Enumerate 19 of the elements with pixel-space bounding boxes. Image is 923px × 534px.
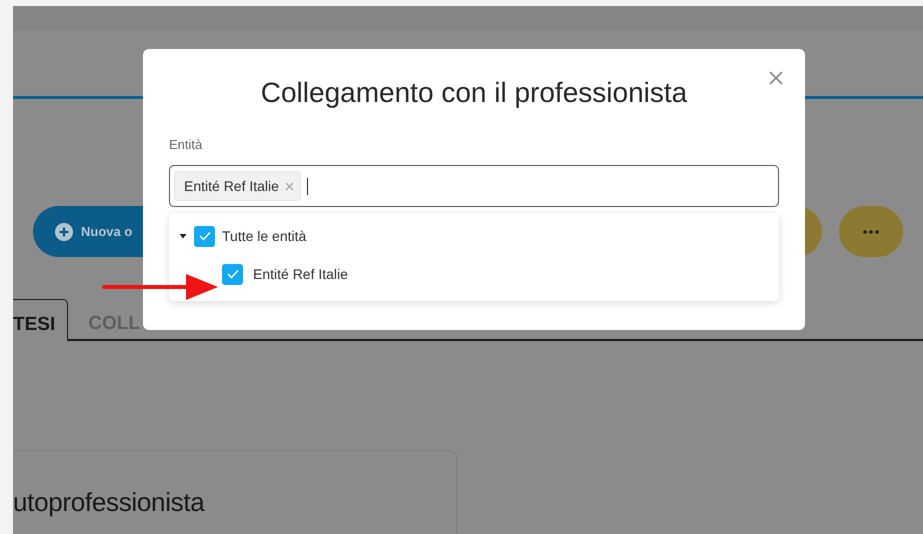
field-label: Entità <box>169 137 204 152</box>
close-button[interactable] <box>768 70 784 86</box>
close-icon <box>769 71 783 85</box>
checkmark-icon <box>198 231 210 241</box>
text-cursor <box>306 178 308 194</box>
entity-select-field[interactable]: Entité Ref Italie <box>169 165 779 207</box>
checkbox[interactable] <box>222 264 243 284</box>
expand-caret-icon[interactable] <box>179 232 187 240</box>
tree-item-label[interactable]: Tutte le entità <box>222 228 306 244</box>
tab[interactable]: TESI <box>13 299 68 341</box>
checkmark-icon <box>226 269 238 279</box>
remove-icon[interactable] <box>284 182 294 190</box>
tag-label: Entité Ref Italie <box>184 178 279 194</box>
checkbox[interactable] <box>194 226 215 246</box>
plus-circle-icon <box>55 222 73 240</box>
tree-item-label[interactable]: Entité Ref Italie <box>253 266 348 282</box>
more-icon <box>863 230 879 234</box>
card-title: utoprofessionista <box>13 487 204 517</box>
dialog-title: Collegamento con il professionista <box>260 77 688 109</box>
